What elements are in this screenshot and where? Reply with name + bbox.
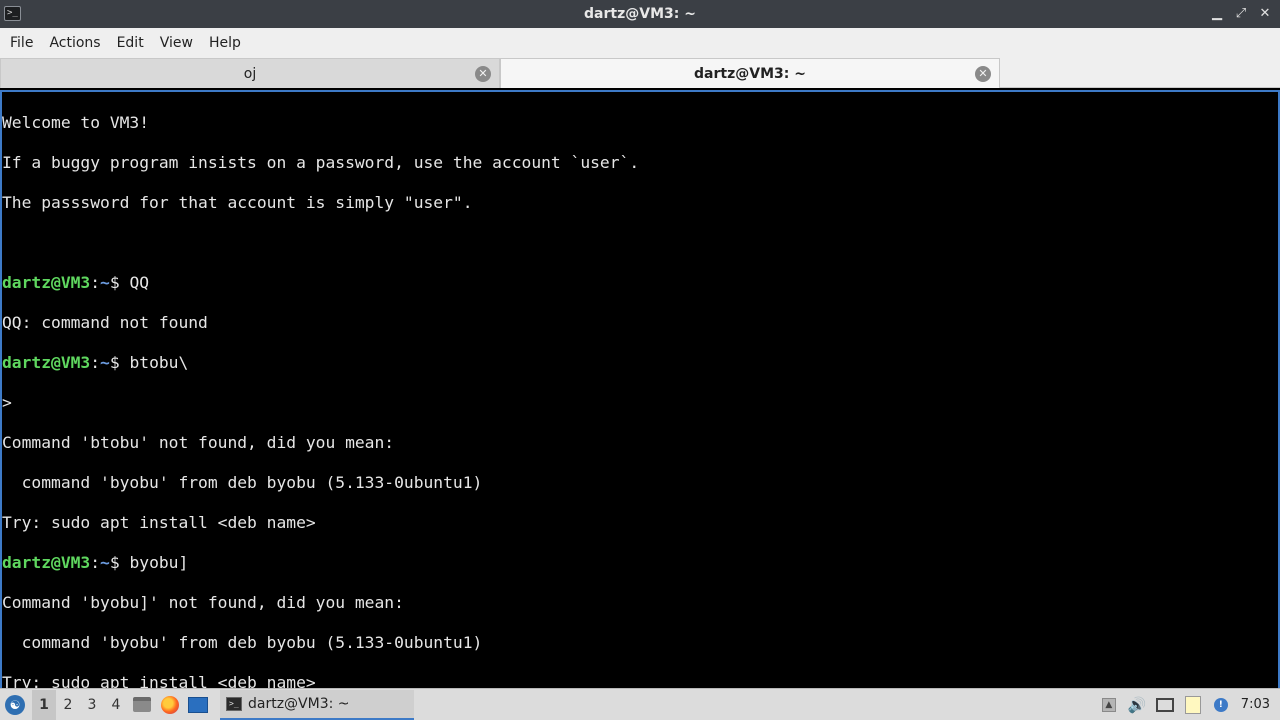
terminal-line: QQ: command not found <box>2 313 208 332</box>
clipboard-button[interactable] <box>1179 690 1207 720</box>
desktop-switcher: 1 2 3 4 <box>32 689 128 720</box>
window-controls: ▁ ⤢ ✕ <box>1210 5 1272 23</box>
desktop-icon <box>188 696 208 713</box>
prompt-user: dartz@VM3 <box>2 553 91 572</box>
desktop-2-button[interactable]: 2 <box>56 690 80 720</box>
tab-close-icon[interactable]: ✕ <box>975 66 991 82</box>
tab-bar: oj ✕ dartz@VM3: ~ ✕ <box>0 58 1280 88</box>
taskbar-window-terminal[interactable]: >_ dartz@VM3: ~ <box>220 689 414 720</box>
notification-icon: ! <box>1213 697 1228 712</box>
menu-view[interactable]: View <box>152 28 201 58</box>
terminal-prompt-line: dartz@VM3:~$ QQ <box>2 273 1278 293</box>
system-tray: ▲ 🔊 ! 7:03 <box>1095 690 1280 720</box>
tray-expand-button[interactable]: ▲ <box>1095 690 1123 720</box>
terminal-line: command 'byobu' from deb byobu (5.133-0u… <box>2 633 483 652</box>
start-menu-button[interactable]: ☯ <box>0 690 30 720</box>
tab-dartz-vm3[interactable]: dartz@VM3: ~ ✕ <box>500 58 1000 88</box>
tray-up-icon: ▲ <box>1101 697 1116 712</box>
prompt-separator: : <box>90 353 101 372</box>
prompt-end: $ <box>109 353 130 372</box>
terminal-app-icon: >_ <box>4 6 21 21</box>
terminal-line: Try: sudo apt install <deb name> <box>2 673 316 688</box>
terminal-line: Command 'btobu' not found, did you mean: <box>2 433 395 452</box>
file-manager-icon <box>133 697 151 712</box>
menu-edit[interactable]: Edit <box>109 28 152 58</box>
clipboard-icon <box>1184 695 1201 714</box>
close-button[interactable]: ✕ <box>1258 5 1272 23</box>
tab-label: oj <box>243 65 257 82</box>
terminal-line: command 'byobu' from deb byobu (5.133-0u… <box>2 473 483 492</box>
show-desktop-launcher[interactable] <box>184 690 212 720</box>
firefox-icon <box>161 695 179 714</box>
terminal-line: The passsword for that account is simply… <box>2 193 473 212</box>
desktop-4-button[interactable]: 4 <box>104 690 128 720</box>
prompt-separator: : <box>90 273 101 292</box>
terminal-line: Welcome to VM3! <box>2 113 150 132</box>
prompt-path: ~ <box>100 353 110 372</box>
prompt-separator: : <box>90 553 101 572</box>
network-icon <box>1155 697 1174 712</box>
maximize-button[interactable]: ⤢ <box>1234 5 1248 23</box>
window-title: dartz@VM3: ~ <box>584 6 696 22</box>
desktop-3-button[interactable]: 3 <box>80 690 104 720</box>
volume-button[interactable]: 🔊 <box>1123 690 1151 720</box>
tab-label: dartz@VM3: ~ <box>694 65 806 82</box>
prompt-user: dartz@VM3 <box>2 273 91 292</box>
notifications-button[interactable]: ! <box>1207 690 1235 720</box>
terminal-prompt-line: dartz@VM3:~$ byobu] <box>2 553 1278 573</box>
tab-close-icon[interactable]: ✕ <box>475 66 491 82</box>
command-text: byobu] <box>129 553 189 572</box>
prompt-path: ~ <box>100 273 110 292</box>
prompt-path: ~ <box>100 553 110 572</box>
terminal-icon: >_ <box>226 696 242 711</box>
prompt-end: $ <box>109 273 130 292</box>
command-text: btobu\ <box>129 353 189 372</box>
minimize-button[interactable]: ▁ <box>1210 5 1224 23</box>
taskbar-window-label: dartz@VM3: ~ <box>248 695 350 712</box>
terminal-line: Command 'byobu]' not found, did you mean… <box>2 593 404 612</box>
clock[interactable]: 7:03 <box>1235 697 1280 712</box>
terminal-line: Try: sudo apt install <deb name> <box>2 513 316 532</box>
menu-file[interactable]: File <box>2 28 41 58</box>
window-titlebar[interactable]: >_ dartz@VM3: ~ ▁ ⤢ ✕ <box>0 0 1280 28</box>
menu-actions[interactable]: Actions <box>41 28 108 58</box>
tab-bar-empty-area <box>1000 58 1280 88</box>
terminal-line: > <box>2 393 12 412</box>
terminal-prompt-line: dartz@VM3:~$ btobu\ <box>2 353 1278 373</box>
network-button[interactable] <box>1151 690 1179 720</box>
terminal-output[interactable]: Welcome to VM3! If a buggy program insis… <box>0 90 1280 688</box>
taskbar: ☯ 1 2 3 4 >_ dartz@VM3: ~ ▲ 🔊 ! 7:03 <box>0 688 1280 720</box>
tab-oj[interactable]: oj ✕ <box>0 58 500 88</box>
prompt-end: $ <box>109 553 130 572</box>
command-text: QQ <box>129 273 150 292</box>
volume-icon: 🔊 <box>1127 695 1147 714</box>
prompt-user: dartz@VM3 <box>2 353 91 372</box>
lubuntu-logo-icon: ☯ <box>5 694 25 715</box>
firefox-launcher[interactable] <box>156 690 184 720</box>
menu-help[interactable]: Help <box>201 28 249 58</box>
terminal-line: If a buggy program insists on a password… <box>2 153 640 172</box>
menu-bar: File Actions Edit View Help <box>0 28 1280 58</box>
desktop-1-button[interactable]: 1 <box>32 689 56 720</box>
file-manager-launcher[interactable] <box>128 690 156 720</box>
